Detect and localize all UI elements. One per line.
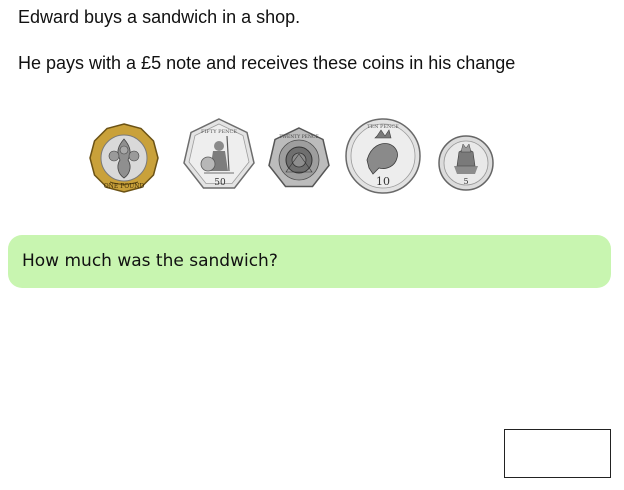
ten-pence-face-text: TEN PENCE (367, 124, 399, 130)
question-line-2: He pays with a £5 note and receives thes… (18, 53, 516, 73)
question-text: How much was the sandwich? (22, 251, 278, 271)
question-box: How much was the sandwich? (8, 235, 611, 288)
one-pound-coin-face-text: ONE POUND (104, 183, 145, 190)
fifty-pence-face-text: FIFTY PENCE (201, 129, 237, 135)
one-pound-coin-icon: ONE POUND (89, 123, 159, 193)
ten-pence-coin-icon: 10 TEN PENCE (345, 118, 421, 194)
question-line-1: Edward buys a sandwich in a shop. (18, 7, 301, 27)
coin-row: ONE POUND 50 FIFTY PENCE TWENTY PENCE 10… (88, 116, 508, 200)
answer-box[interactable] (504, 429, 611, 478)
twenty-pence-face-text: TWENTY PENCE (279, 134, 318, 140)
five-pence-coin-icon: 5 (438, 135, 494, 191)
fifty-pence-coin-icon: 50 FIFTY PENCE (183, 118, 255, 189)
fifty-pence-value-text: 50 (214, 178, 226, 188)
five-pence-value-text: 5 (463, 177, 468, 186)
twenty-pence-coin-icon: TWENTY PENCE (268, 127, 330, 188)
ten-pence-value-text: 10 (376, 175, 390, 188)
